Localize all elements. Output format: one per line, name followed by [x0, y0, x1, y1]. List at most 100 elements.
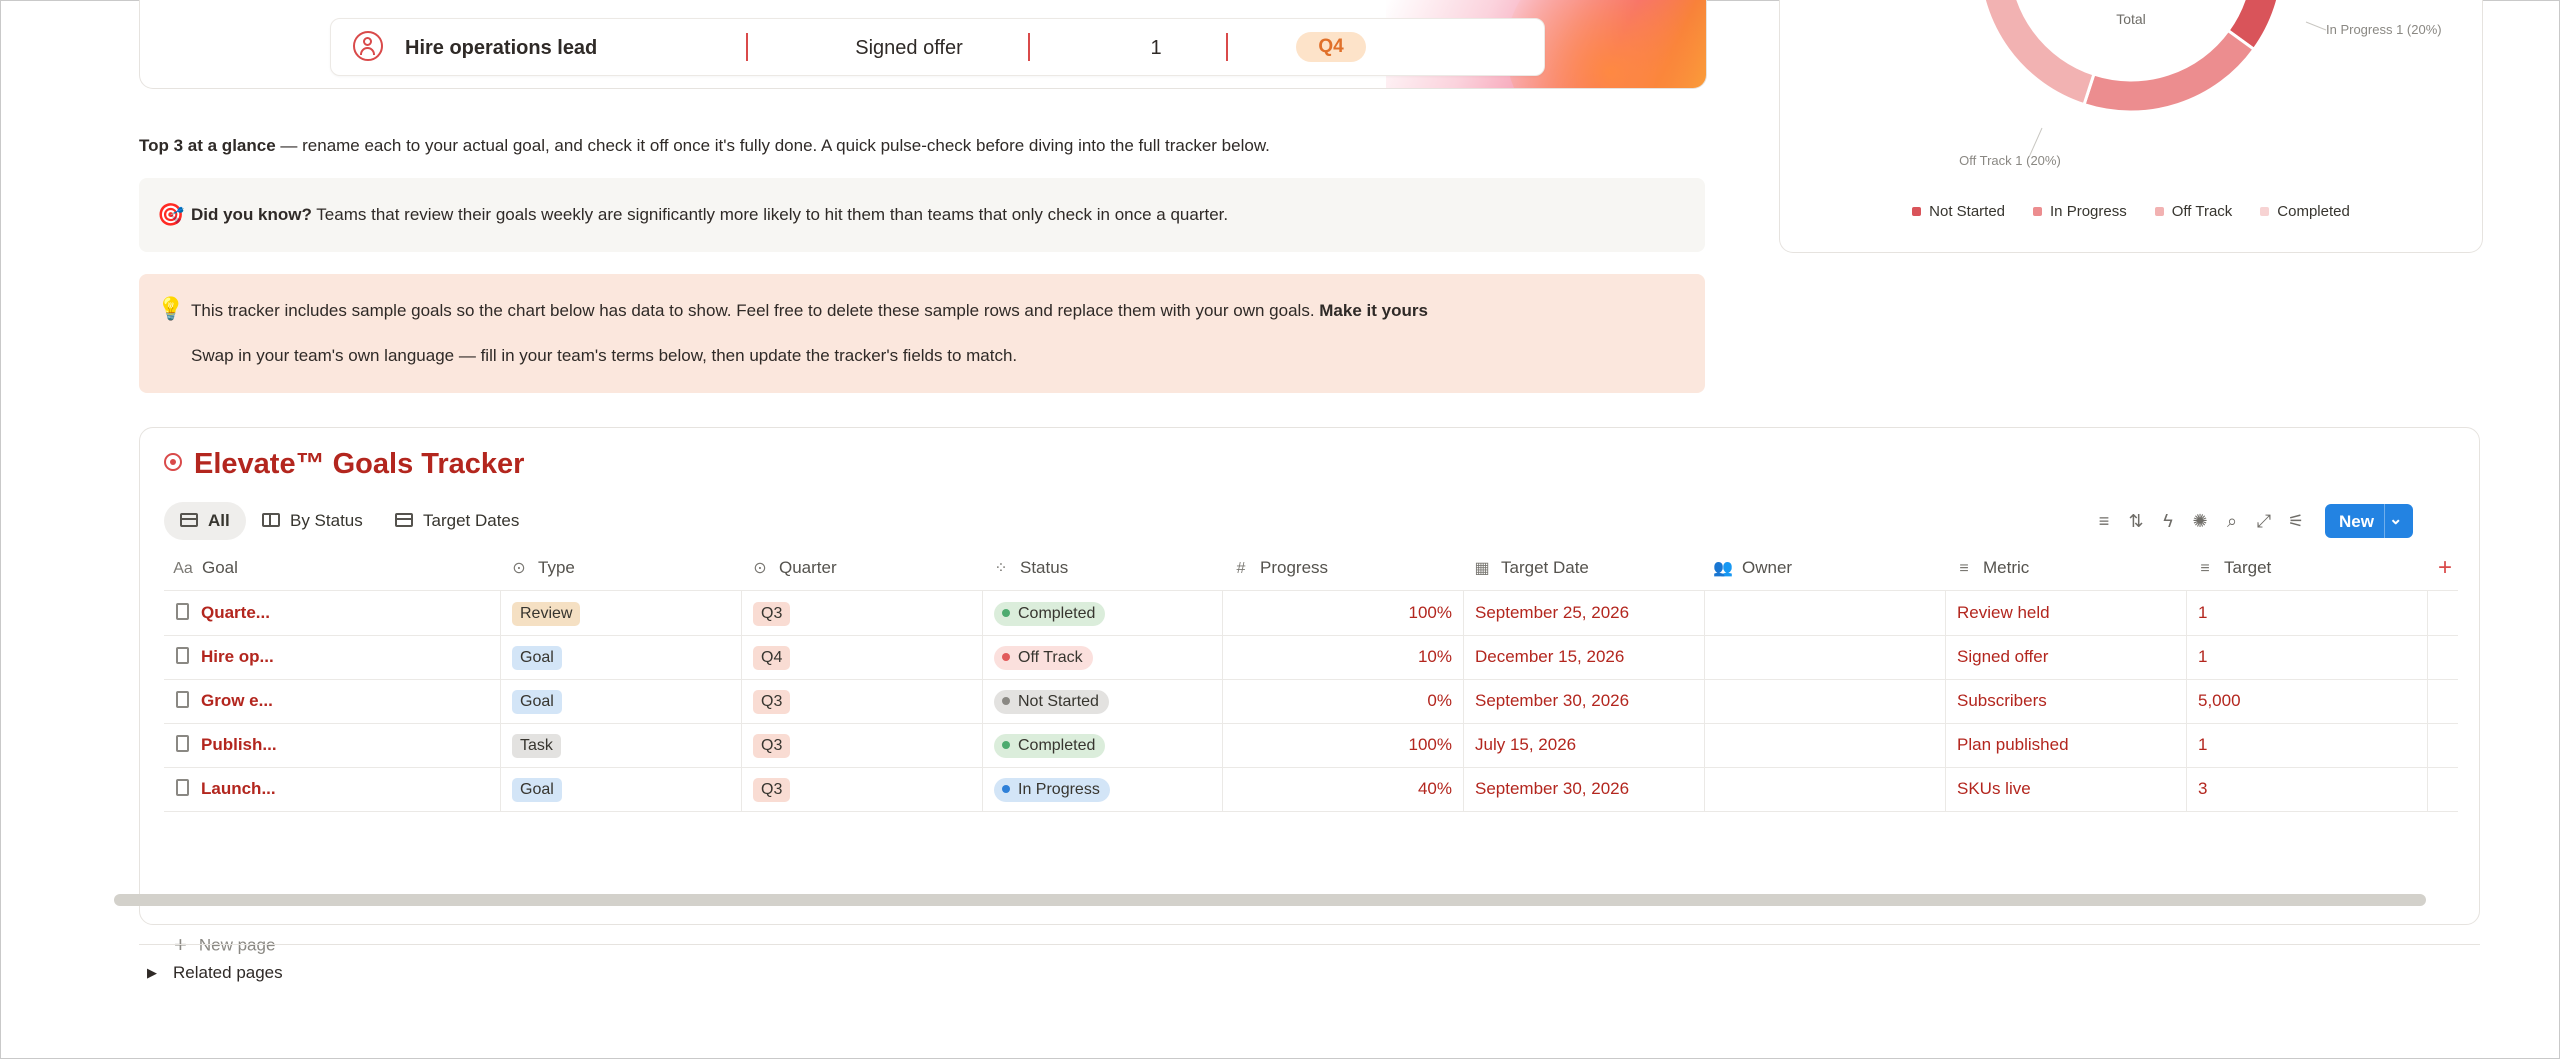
type-cell[interactable]: Goal	[512, 767, 732, 811]
column-divider	[1945, 767, 1946, 811]
progress-cell[interactable]: 100%	[1230, 723, 1452, 767]
target-date-cell[interactable]: September 30, 2026	[1475, 679, 1695, 723]
metric-cell[interactable]: Plan published	[1957, 723, 2177, 767]
status-donut-chart: Total In Progress 1 (20%) Off Track 1 (20%…	[1779, 0, 2483, 253]
goal-cell[interactable]: Hire op...	[176, 635, 486, 679]
table-row[interactable]: Publish... Task Q3 Completed 100% July 15, 20…	[164, 723, 2458, 768]
column-header-metric[interactable]: ≡ Metric	[1953, 546, 2029, 590]
table-row[interactable]: Grow e... Goal Q3 Not Started 0% September 30…	[164, 679, 2458, 724]
lightbulb-icon: 💡	[157, 296, 185, 321]
legend-item[interactable]: Off Track	[2154, 203, 2232, 220]
owner-cell[interactable]	[1716, 767, 1936, 811]
status-badge: Completed	[994, 734, 1106, 758]
target-date-value: December 15, 2026	[1475, 647, 1625, 666]
quarter-cell[interactable]: Q3	[753, 679, 973, 723]
quarter-cell[interactable]: Q3	[753, 723, 973, 767]
column-header-type[interactable]: ⊙ Type	[508, 546, 575, 590]
status-label: Completed	[1018, 605, 1096, 622]
column-header-target[interactable]: ≡ Target	[2194, 546, 2271, 590]
type-cell[interactable]: Goal	[512, 635, 732, 679]
owner-cell[interactable]	[1716, 723, 1936, 767]
progress-cell[interactable]: 10%	[1230, 635, 1452, 679]
expand-icon[interactable]: ⤢	[2253, 510, 2275, 532]
goal-cell[interactable]: Quarte...	[176, 591, 486, 635]
page-icon	[176, 647, 189, 665]
goal-cell[interactable]: Launch...	[176, 767, 486, 811]
new-page-button[interactable]: + New page	[174, 932, 275, 959]
type-pill: Review	[512, 602, 581, 626]
horizontal-scrollbar[interactable]	[114, 894, 2426, 906]
add-column-plus-icon[interactable]: +	[2438, 546, 2452, 590]
target-cell[interactable]: 3	[2198, 767, 2418, 811]
legend-item[interactable]: Not Started	[1912, 203, 2005, 220]
settings-sliders-icon[interactable]: ⚟	[2285, 510, 2307, 532]
target-cell[interactable]: 1	[2198, 635, 2418, 679]
goal-cell[interactable]: Grow e...	[176, 679, 486, 723]
database-title[interactable]: Elevate™ Goals Tracker	[164, 448, 524, 481]
target-cell[interactable]: 1	[2198, 591, 2418, 635]
status-cell[interactable]: Completed	[994, 723, 1214, 767]
pie-slice-off-track[interactable]	[1979, 0, 2096, 107]
new-button[interactable]: New ⌄	[2325, 504, 2413, 538]
legend-item[interactable]: In Progress	[2033, 203, 2127, 220]
progress-cell[interactable]: 40%	[1230, 767, 1452, 811]
filter-icon[interactable]: ≡	[2093, 510, 2115, 532]
status-cell[interactable]: Off Track	[994, 635, 1214, 679]
goal-cell[interactable]: Publish...	[176, 723, 486, 767]
target-cell[interactable]: 5,000	[2198, 679, 2418, 723]
status-label: Not Started	[1018, 693, 1099, 710]
column-divider	[2427, 591, 2428, 635]
top-goal-row[interactable]: Hire operations lead Signed offer 1 Q4	[330, 18, 1545, 76]
column-header-progress[interactable]: # Progress	[1230, 546, 1328, 590]
table-row[interactable]: Hire op... Goal Q4 Off Track 10% December 15,…	[164, 635, 2458, 680]
column-label: Progress	[1260, 558, 1329, 577]
quarter-cell[interactable]: Q3	[753, 591, 973, 635]
column-label: Target Date	[1501, 558, 1589, 577]
column-header-quarter[interactable]: ⊙ Quarter	[749, 546, 836, 590]
table-row[interactable]: Launch... Goal Q3 In Progress 40% September 3…	[164, 767, 2458, 812]
column-divider	[2186, 679, 2187, 723]
column-header-owner[interactable]: 👥 Owner	[1712, 546, 1792, 590]
sort-icon[interactable]: ⇅	[2125, 510, 2147, 532]
owner-cell[interactable]	[1716, 635, 1936, 679]
status-cell[interactable]: In Progress	[994, 767, 1214, 811]
type-cell[interactable]: Review	[512, 591, 732, 635]
metric-cell[interactable]: SKUs live	[1957, 767, 2177, 811]
type-cell[interactable]: Task	[512, 723, 732, 767]
quarter-cell[interactable]: Q4	[753, 635, 973, 679]
chevron-down-icon[interactable]: ⌄	[2389, 509, 2402, 529]
column-header-status[interactable]: ⁘ Status	[990, 546, 1068, 590]
metric-cell[interactable]: Review held	[1957, 591, 2177, 635]
progress-cell[interactable]: 0%	[1230, 679, 1452, 723]
metric-cell[interactable]: Signed offer	[1957, 635, 2177, 679]
automation-lightning-icon[interactable]: ϟ	[2157, 510, 2179, 532]
info-callout: 💡 This tracker includes sample goals so …	[139, 274, 1705, 393]
progress-cell[interactable]: 100%	[1230, 591, 1452, 635]
column-header-goal[interactable]: Aa Goal	[172, 546, 238, 590]
status-cell[interactable]: Not Started	[994, 679, 1214, 723]
owner-cell[interactable]	[1716, 679, 1936, 723]
column-divider	[2186, 635, 2187, 679]
tab-all[interactable]: All	[164, 502, 246, 540]
target-date-cell[interactable]: July 15, 2026	[1475, 723, 1695, 767]
target-date-cell[interactable]: December 15, 2026	[1475, 635, 1695, 679]
type-cell[interactable]: Goal	[512, 679, 732, 723]
status-badge: In Progress	[994, 778, 1110, 802]
table-row[interactable]: Quarte... Review Q3 Completed 100% September …	[164, 591, 2458, 636]
related-pages-toggle[interactable]: ▶ Related pages	[147, 963, 283, 983]
target-date-cell[interactable]: September 30, 2026	[1475, 767, 1695, 811]
pie-slice-in-progress[interactable]	[2082, 28, 2257, 114]
target-date-cell[interactable]: September 25, 2026	[1475, 591, 1695, 635]
tab-target-dates[interactable]: Target Dates	[379, 502, 535, 540]
metric-cell[interactable]: Subscribers	[1957, 679, 2177, 723]
quarter-cell[interactable]: Q3	[753, 767, 973, 811]
column-header-target-date[interactable]: ▦ Target Date	[1471, 546, 1589, 590]
owner-cell[interactable]	[1716, 591, 1936, 635]
legend-item[interactable]: Completed	[2260, 203, 2350, 220]
target-cell[interactable]: 1	[2198, 723, 2418, 767]
calendar-icon: ▦	[1474, 560, 1490, 577]
tab-by-status[interactable]: By Status	[246, 502, 379, 540]
status-cell[interactable]: Completed	[994, 591, 1214, 635]
search-icon[interactable]: ⌕	[2221, 510, 2243, 532]
ai-sparkle-icon[interactable]: ✺	[2189, 510, 2211, 532]
